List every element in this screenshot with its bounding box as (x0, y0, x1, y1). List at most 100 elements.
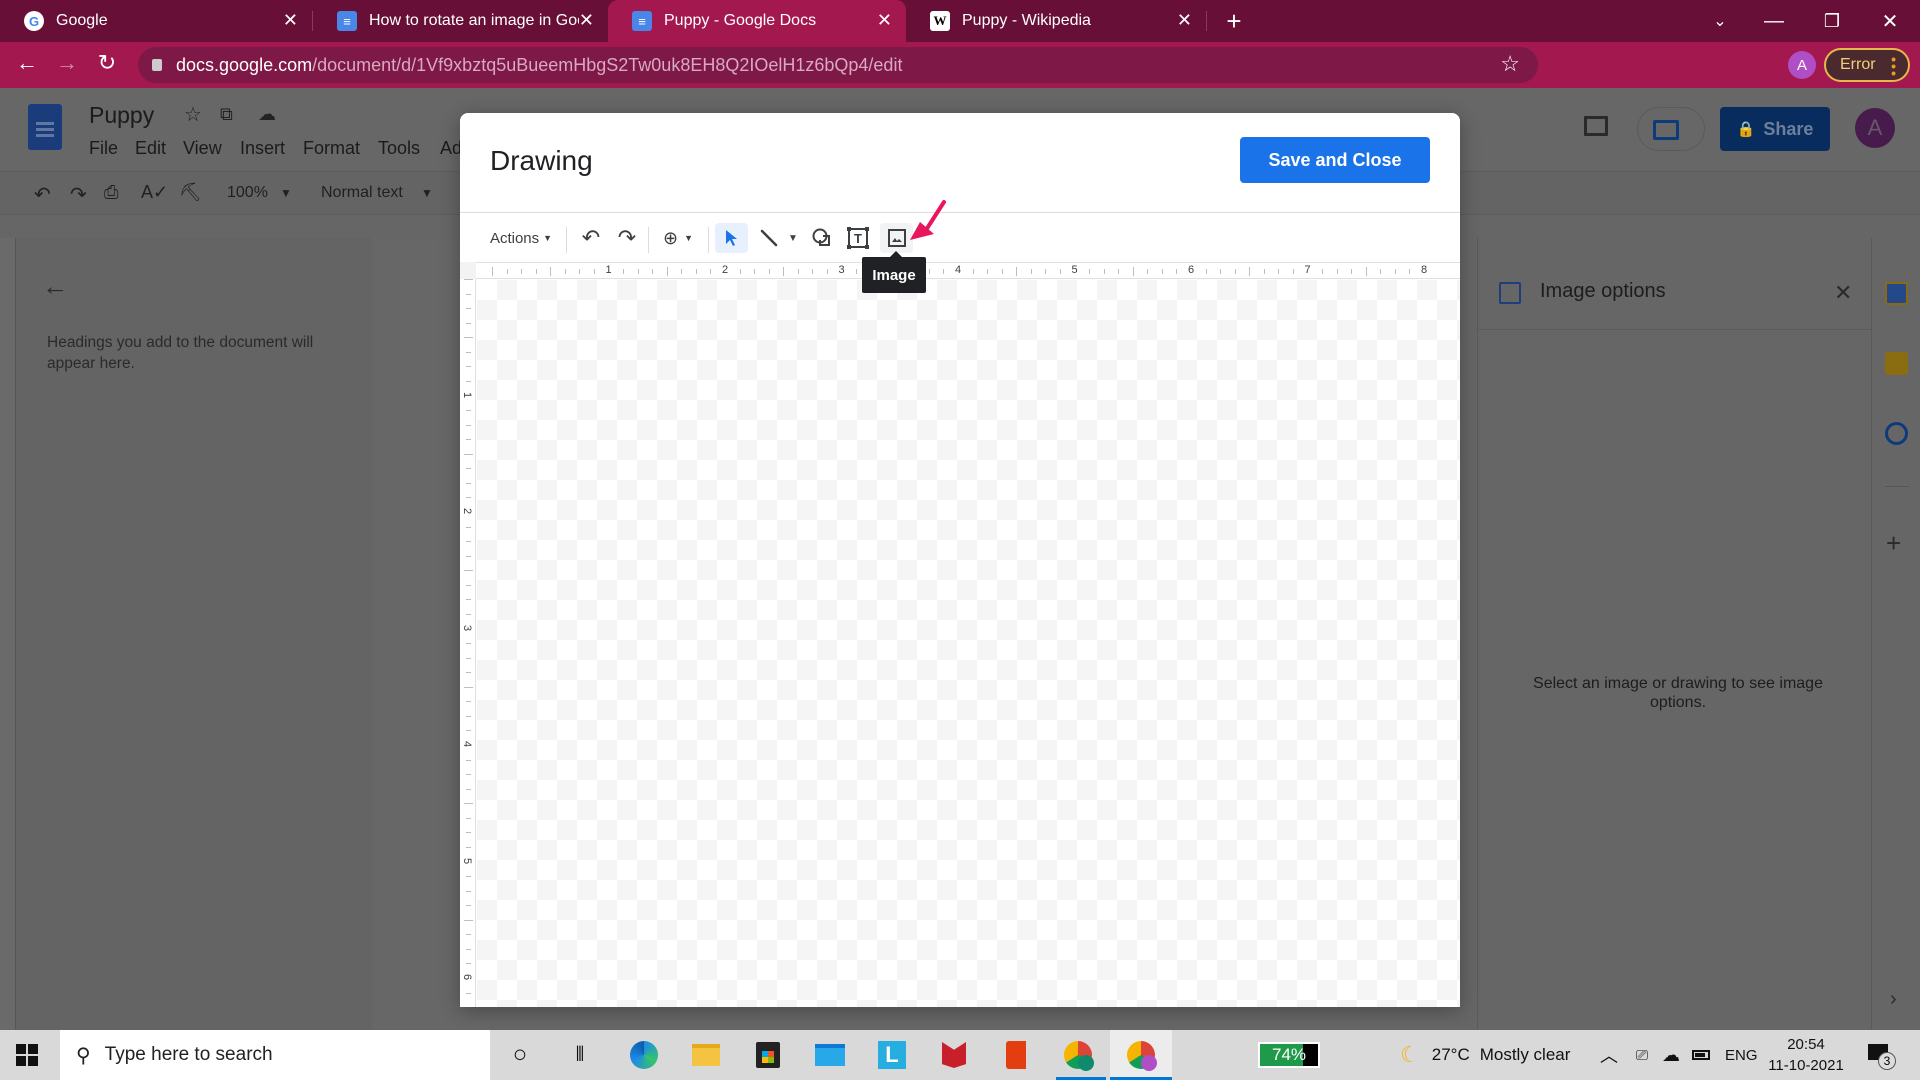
browser-profile-avatar[interactable]: A (1788, 51, 1816, 79)
moon-cloud-icon: ☾ (1400, 1042, 1420, 1067)
redo-button[interactable]: ↷ (612, 223, 642, 253)
chrome-profile-1-icon[interactable] (1061, 1038, 1095, 1072)
language-indicator[interactable]: ENG (1725, 1030, 1758, 1080)
present-button[interactable] (1637, 107, 1705, 151)
forward-button[interactable]: → (52, 50, 82, 76)
ruler-label: 1 (461, 391, 474, 398)
shape-tool-button[interactable] (807, 223, 837, 253)
menu-file[interactable]: File (89, 138, 118, 159)
ruler-tick (1089, 269, 1091, 274)
ruler-tick (1263, 269, 1265, 274)
menu-addons[interactable]: Ad (440, 138, 462, 159)
tab-puppy-google-docs[interactable]: ≡ Puppy - Google Docs ✕ (608, 0, 906, 42)
ruler-tick (1292, 269, 1294, 274)
close-window-button[interactable]: ✕ (1862, 0, 1918, 42)
battery-icon[interactable] (1692, 1030, 1710, 1080)
toolbar-separator (708, 227, 709, 253)
zoom-button[interactable]: ⊕ ▼ (656, 223, 700, 253)
spellcheck-icon[interactable]: A✓ (141, 182, 168, 203)
cortana-icon[interactable]: ○ (503, 1038, 537, 1072)
add-addon-icon[interactable]: + (1886, 528, 1901, 559)
show-hidden-icons-chevron[interactable]: ︿ (1600, 1030, 1618, 1080)
comment-history-icon[interactable] (1584, 116, 1608, 136)
tab-how-to-rotate[interactable]: ≡ How to rotate an image in Googl ✕ (313, 0, 608, 42)
ruler-tick (623, 269, 625, 274)
restore-button[interactable]: ❐ (1804, 0, 1860, 42)
undo-icon[interactable]: ↶ (34, 182, 51, 207)
bookmark-star-icon[interactable]: ☆ (1500, 51, 1520, 77)
chrome-profile-2-icon[interactable] (1124, 1038, 1158, 1072)
battery-widget[interactable]: 74% (1258, 1042, 1320, 1068)
ruler-tick (466, 715, 471, 717)
close-tab-icon[interactable]: ✕ (877, 10, 892, 31)
windows-start-button[interactable] (16, 1044, 38, 1066)
calendar-icon[interactable] (1885, 282, 1908, 305)
zoom-select[interactable]: 100% (227, 184, 268, 202)
new-tab-button[interactable]: + (1206, 0, 1262, 42)
ruler-tick (466, 584, 471, 586)
drawing-canvas[interactable] (477, 280, 1460, 1007)
keep-icon[interactable] (1885, 352, 1908, 375)
browser-error-button[interactable]: Error • • • (1824, 48, 1910, 82)
move-folder-icon[interactable]: ⧉ (220, 104, 233, 125)
ruler-tick (466, 541, 471, 543)
show-side-panel-chevron-icon[interactable]: › (1890, 988, 1897, 1011)
l-app-icon[interactable]: L (875, 1038, 909, 1072)
tab-search-chevron-icon[interactable]: ⌄ (1692, 0, 1748, 42)
ruler-tick (1278, 269, 1280, 274)
menu-view[interactable]: View (183, 138, 222, 159)
tab-google[interactable]: G Google ✕ (0, 0, 312, 42)
star-icon[interactable]: ☆ (184, 102, 202, 127)
actions-menu[interactable]: Actions ▼ (486, 223, 556, 253)
select-tool-button[interactable] (715, 223, 748, 253)
redo-icon: ↷ (617, 225, 637, 250)
minimize-button[interactable]: — (1746, 0, 1802, 42)
tab-puppy-wikipedia[interactable]: W Puppy - Wikipedia ✕ (906, 0, 1206, 42)
mail-icon[interactable] (813, 1038, 847, 1072)
taskbar-search-box[interactable]: ⚲ Type here to search (60, 1030, 490, 1080)
meet-now-icon[interactable]: ⎚ (1636, 1030, 1648, 1080)
line-tool-button[interactable] (754, 223, 784, 253)
close-tab-icon[interactable]: ✕ (579, 10, 594, 31)
close-icon[interactable]: ✕ (1834, 280, 1852, 306)
google-docs-logo-icon[interactable] (28, 104, 62, 150)
shape-icon (812, 228, 830, 246)
action-center-button[interactable]: 3 (1868, 1044, 1896, 1070)
share-button[interactable]: 🔒 Share (1720, 107, 1830, 151)
address-bar[interactable]: docs.google.com/document/d/1Vf9xbztq5uBu… (138, 47, 1538, 83)
vertical-ruler (0, 238, 16, 1030)
ruler-tick (466, 672, 471, 674)
menu-format[interactable]: Format (303, 138, 360, 159)
edge-browser-icon[interactable] (627, 1038, 661, 1072)
undo-button[interactable]: ↶ (576, 223, 606, 253)
file-explorer-icon[interactable] (689, 1038, 723, 1072)
document-title[interactable]: Puppy (89, 102, 154, 129)
clock[interactable]: 20:54 11-10-2021 (1768, 1034, 1844, 1076)
close-tab-icon[interactable]: ✕ (283, 10, 298, 31)
back-button[interactable]: ← (12, 50, 42, 76)
paint-format-icon[interactable]: ⛏ (179, 182, 202, 203)
line-type-dropdown[interactable]: ▼ (785, 223, 801, 253)
task-view-icon[interactable]: ⫴ (563, 1038, 597, 1072)
microsoft-store-icon[interactable] (751, 1038, 785, 1072)
weather-widget[interactable]: ☾ 27°C Mostly clear (1400, 1030, 1570, 1080)
menu-insert[interactable]: Insert (240, 138, 285, 159)
menu-edit[interactable]: Edit (135, 138, 166, 159)
back-arrow-icon[interactable]: ← (42, 271, 68, 302)
style-select[interactable]: Normal text (321, 184, 403, 202)
ruler-tick (466, 643, 471, 645)
office-icon[interactable] (999, 1038, 1033, 1072)
save-and-close-button[interactable]: Save and Close (1240, 137, 1430, 183)
tasks-icon[interactable] (1885, 422, 1908, 445)
menu-tools[interactable]: Tools (378, 138, 420, 159)
cloud-saved-icon[interactable]: ☁ (258, 104, 276, 125)
print-icon[interactable]: ⎙ (104, 182, 118, 203)
reload-button[interactable]: ↻ (92, 50, 122, 76)
close-tab-icon[interactable]: ✕ (1177, 10, 1192, 31)
account-avatar[interactable]: A (1855, 108, 1895, 148)
redo-icon[interactable]: ↷ (70, 182, 87, 207)
ruler-tick (710, 269, 712, 274)
onedrive-cloud-icon[interactable]: ☁ (1662, 1030, 1680, 1080)
text-box-tool-button[interactable]: T (843, 223, 873, 253)
mcafee-icon[interactable] (937, 1038, 971, 1072)
